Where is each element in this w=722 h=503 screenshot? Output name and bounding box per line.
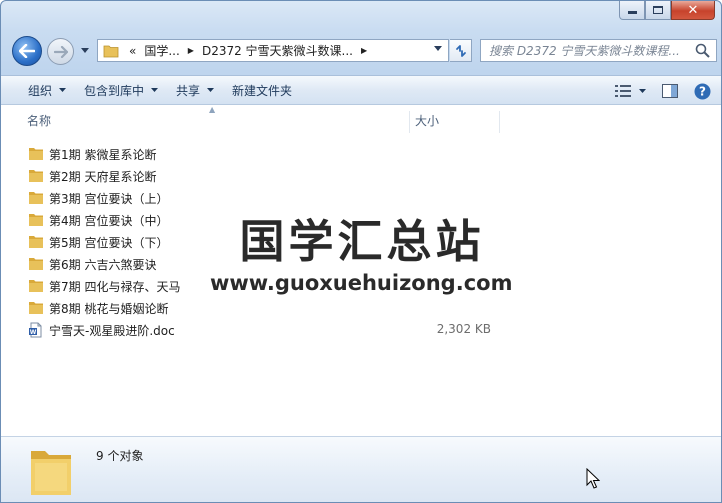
watermark-title: 国学汇总站	[239, 215, 485, 268]
search-icon[interactable]	[695, 43, 710, 58]
new-folder-label: 新建文件夹	[232, 83, 293, 98]
help-icon: ?	[694, 83, 710, 99]
breadcrumb-overflow[interactable]: «	[125, 44, 140, 58]
change-view-button[interactable]	[611, 80, 649, 102]
help-button[interactable]: ?	[691, 80, 713, 102]
file-row[interactable]: 第8期 桃花与婚姻论断	[1, 297, 721, 319]
caption-buttons: ✕	[619, 1, 715, 21]
chevron-down-icon	[638, 89, 646, 93]
column-divider[interactable]	[499, 111, 500, 133]
column-headers: ▲ 名称 大小	[1, 105, 721, 135]
forward-arrow-icon	[53, 45, 68, 58]
file-name: 第3期 宫位要诀（上）	[49, 192, 169, 206]
file-name: 第2期 天府星系论断	[49, 170, 157, 184]
file-name: 第5期 宫位要诀（下）	[49, 236, 169, 250]
breadcrumb-separator-icon[interactable]: ▶	[184, 46, 198, 55]
file-name: 第6期 六吉六煞要诀	[49, 258, 157, 272]
maximize-button[interactable]	[645, 1, 671, 20]
details-view-icon	[614, 85, 631, 97]
back-arrow-icon	[19, 44, 35, 58]
file-name: 第7期 四化与禄存、天马	[49, 280, 181, 294]
item-count: 9 个对象	[96, 449, 144, 463]
recent-pages-button[interactable]	[80, 45, 90, 55]
column-header-size[interactable]: 大小	[415, 105, 499, 135]
organize-label: 组织	[28, 83, 53, 98]
file-row[interactable]: 第1期 紫微星系论断	[1, 143, 721, 165]
address-bar[interactable]: « 国学... ▶ D2372 宁雪天紫微斗数课... ▶	[97, 39, 449, 62]
forward-button[interactable]	[47, 38, 74, 65]
share-label: 共享	[176, 83, 201, 98]
view-controls: ?	[611, 80, 713, 102]
folder-icon	[29, 214, 43, 226]
file-row[interactable]: W 宁雪天-观星殿进阶.doc 2,302 KB	[1, 319, 721, 341]
refresh-icon	[455, 44, 466, 57]
file-name: 第1期 紫微星系论断	[49, 148, 157, 162]
preview-pane-icon	[662, 84, 678, 98]
folder-icon	[29, 302, 43, 314]
file-row[interactable]: 第2期 天府星系论断	[1, 165, 721, 187]
folder-icon	[29, 236, 43, 248]
minimize-button[interactable]	[619, 1, 645, 20]
svg-text:?: ?	[699, 84, 706, 98]
chevron-down-icon	[59, 88, 67, 92]
command-bar: 组织 包含到库中 共享 新建文件夹 ?	[1, 75, 721, 105]
include-in-library-button[interactable]: 包含到库中	[75, 79, 167, 101]
preview-pane-button[interactable]	[659, 80, 681, 102]
mouse-cursor-icon	[586, 468, 600, 489]
navigation-bar: « 国学... ▶ D2372 宁雪天紫微斗数课... ▶ 搜索 D2372 宁…	[9, 34, 717, 66]
new-folder-button[interactable]: 新建文件夹	[223, 79, 301, 101]
close-button[interactable]: ✕	[671, 1, 715, 20]
details-pane: 9 个对象	[1, 436, 721, 502]
folder-icon	[29, 170, 43, 182]
include-in-library-label: 包含到库中	[84, 83, 145, 98]
chevron-down-icon	[151, 88, 159, 92]
column-divider[interactable]	[409, 111, 410, 133]
back-button[interactable]	[12, 36, 42, 66]
close-icon: ✕	[687, 2, 699, 18]
folder-icon	[29, 148, 43, 160]
maximize-icon	[653, 6, 663, 14]
folder-icon	[29, 192, 43, 204]
explorer-window: ✕ « 国学... ▶ D2372 宁雪天紫微斗数课... ▶ 搜索 D2372…	[0, 0, 722, 503]
column-header-name[interactable]: 名称	[27, 105, 409, 135]
chevron-down-icon	[207, 88, 215, 92]
file-name: 宁雪天-观星殿进阶.doc	[49, 324, 175, 338]
share-button[interactable]: 共享	[167, 79, 223, 101]
chevron-down-icon	[81, 47, 89, 53]
folder-icon	[29, 258, 43, 270]
word-document-icon: W	[29, 322, 42, 338]
breadcrumb-separator-icon[interactable]: ▶	[357, 46, 371, 55]
folder-icon	[29, 280, 43, 292]
file-list-pane[interactable]: ▲ 名称 大小 第1期 紫微星系论断 第2期 天府星系论断 第3期 宫位要诀（上） 第…	[1, 105, 721, 436]
folder-icon	[31, 451, 71, 495]
file-name: 第4期 宫位要诀（中）	[49, 214, 169, 228]
organize-button[interactable]: 组织	[19, 79, 75, 101]
file-size: 2,302 KB	[436, 322, 491, 336]
minimize-icon	[627, 11, 637, 14]
file-name: 第8期 桃花与婚姻论断	[49, 302, 169, 316]
breadcrumb-item[interactable]: 国学...	[140, 42, 183, 59]
search-input[interactable]: 搜索 D2372 宁雪天紫微斗数课程...	[481, 42, 686, 59]
search-box[interactable]: 搜索 D2372 宁雪天紫微斗数课程...	[480, 39, 717, 62]
folder-icon	[103, 45, 119, 57]
refresh-button[interactable]	[450, 39, 472, 62]
chevron-down-icon[interactable]	[434, 46, 442, 51]
breadcrumb-item[interactable]: D2372 宁雪天紫微斗数课...	[198, 42, 357, 59]
watermark-url: www.guoxuehuizong.com	[210, 271, 513, 295]
svg-text:W: W	[30, 329, 37, 336]
